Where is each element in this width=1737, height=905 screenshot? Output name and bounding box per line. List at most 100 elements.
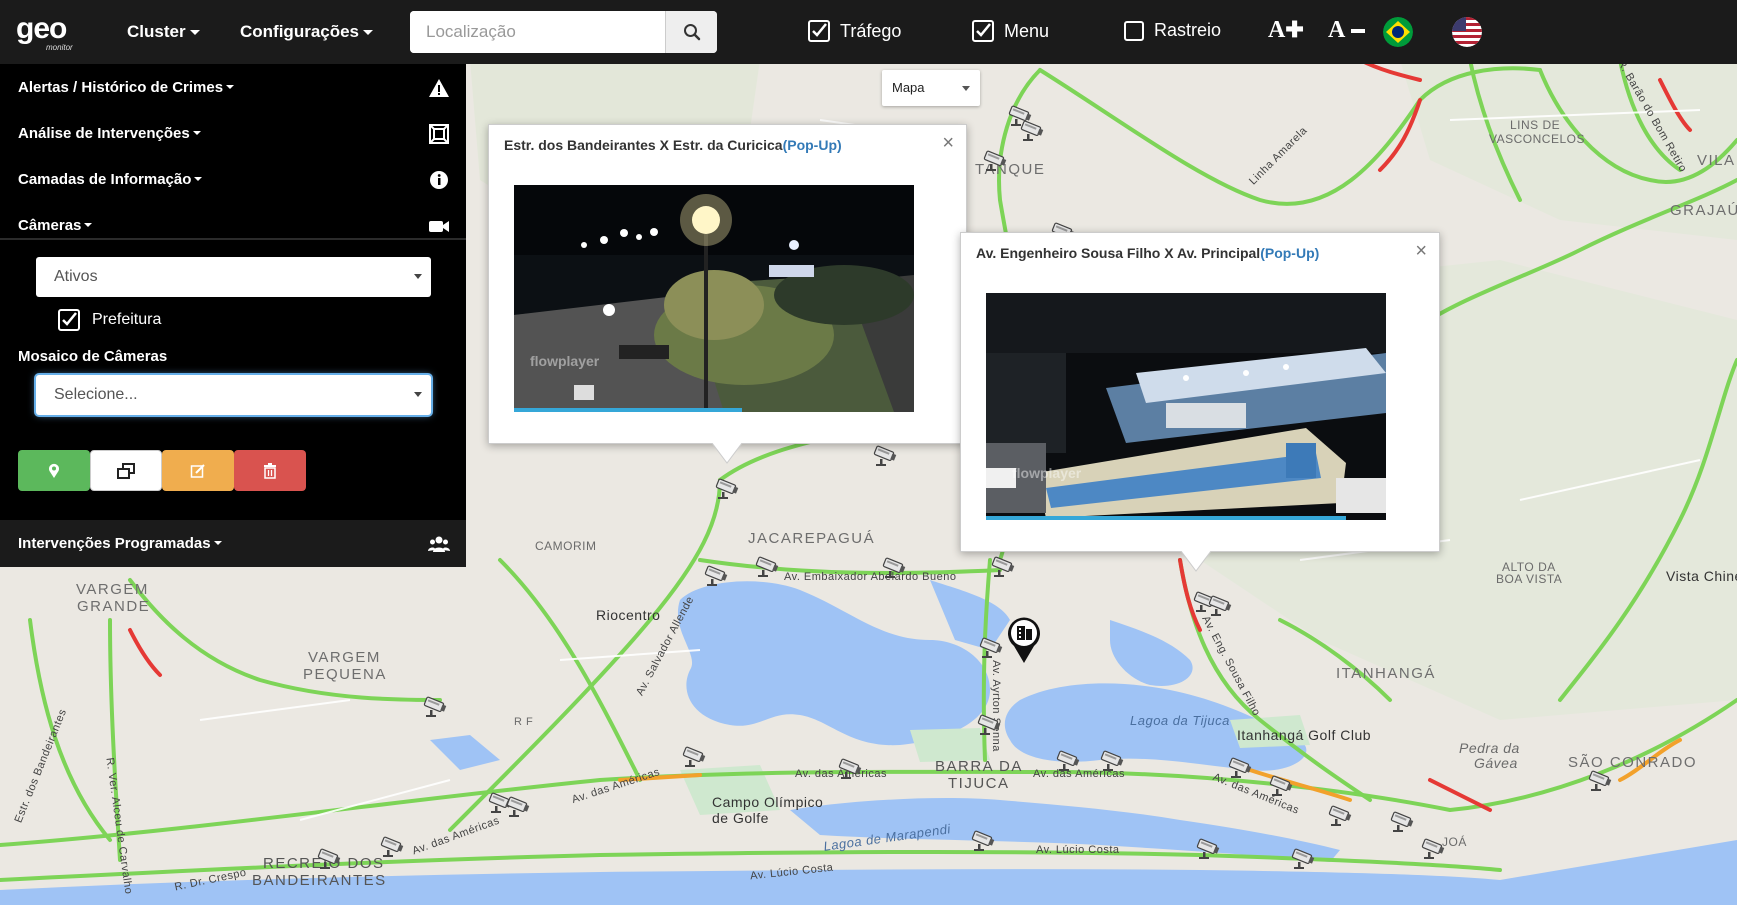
cctv-camera-icon[interactable] bbox=[679, 746, 707, 768]
configuracoes-menu-label: Configurações bbox=[240, 22, 360, 41]
caret-down-icon bbox=[189, 30, 200, 36]
brazil-flag-icon[interactable] bbox=[1383, 17, 1413, 47]
font-decrease-button[interactable]: A bbox=[1328, 17, 1366, 44]
cctv-camera-icon[interactable] bbox=[1288, 848, 1316, 870]
map-label-vargem-pequena-2: PEQUENA bbox=[303, 666, 387, 683]
cctv-camera-icon[interactable] bbox=[870, 445, 898, 467]
location-search-input[interactable] bbox=[410, 11, 666, 53]
cctv-camera-icon[interactable] bbox=[1193, 838, 1221, 860]
cctv-camera-icon[interactable] bbox=[1387, 811, 1415, 833]
chevron-down-icon bbox=[962, 86, 970, 91]
map-label-av-ayrton: Av. Ayrton Senna bbox=[989, 660, 1002, 752]
close-icon[interactable]: × bbox=[942, 133, 954, 153]
font-increase-button[interactable]: A✚ bbox=[1268, 17, 1304, 44]
delete-button[interactable] bbox=[234, 450, 306, 491]
cctv-camera-icon[interactable] bbox=[1017, 120, 1045, 142]
info-icon bbox=[430, 171, 448, 189]
camera-video-1[interactable]: flowplayer bbox=[514, 185, 914, 412]
minus-icon bbox=[1351, 29, 1366, 34]
map-label-jacarepagua: JACAREPAGUÁ bbox=[748, 530, 876, 547]
menu-label: Menu bbox=[1004, 20, 1050, 41]
camera-video-2[interactable]: flowplayer bbox=[986, 293, 1386, 520]
cctv-camera-icon[interactable] bbox=[420, 696, 448, 718]
search-icon bbox=[683, 24, 700, 41]
rastreio-toggle[interactable]: Rastreio bbox=[1124, 20, 1221, 41]
caret-down-icon bbox=[363, 30, 374, 36]
cctv-camera-icon[interactable] bbox=[712, 478, 740, 500]
trafego-toggle[interactable]: Tráfego bbox=[808, 20, 901, 42]
checkbox-checked-icon bbox=[808, 20, 830, 42]
cctv-camera-icon[interactable] bbox=[1205, 595, 1233, 617]
cctv-camera-icon[interactable] bbox=[1097, 750, 1125, 772]
popup-title-1: Estr. dos Bandeirantes X Estr. da Curici… bbox=[504, 137, 842, 153]
cctv-camera-icon[interactable] bbox=[968, 830, 996, 852]
camera-action-buttons bbox=[18, 450, 306, 491]
watermark-text-2: flowplayer bbox=[1012, 465, 1082, 481]
cctv-camera-icon[interactable] bbox=[974, 714, 1002, 736]
cctv-camera-icon[interactable] bbox=[1053, 750, 1081, 772]
video-progress-bar-2[interactable] bbox=[986, 516, 1346, 520]
building-pin-icon[interactable] bbox=[1006, 616, 1042, 664]
cctv-camera-icon[interactable] bbox=[1418, 838, 1446, 860]
caret-down-icon bbox=[226, 85, 235, 89]
prefeitura-checkbox[interactable]: Prefeitura bbox=[58, 309, 161, 331]
geo-monitor-logo[interactable]: geo monitor bbox=[16, 12, 92, 52]
sidebar-item-alertas[interactable]: Alertas / Histórico de Crimes bbox=[0, 64, 466, 110]
popup-title-text-1: Estr. dos Bandeirantes X Estr. da Curici… bbox=[504, 137, 783, 153]
sidebar-item-analise[interactable]: Análise de Intervenções bbox=[0, 110, 466, 156]
video-progress-bar-1[interactable] bbox=[514, 408, 742, 412]
mosaic-label: Mosaico de Câmeras bbox=[18, 348, 168, 365]
camera-status-value: Ativos bbox=[54, 268, 98, 285]
popup-title-2: Av. Engenheiro Sousa Filho X Av. Princip… bbox=[976, 245, 1319, 261]
cctv-camera-icon[interactable] bbox=[314, 848, 342, 870]
camera-feed-image-2 bbox=[986, 293, 1386, 520]
edit-button[interactable] bbox=[162, 450, 234, 491]
chevron-down-icon bbox=[414, 274, 422, 279]
map-type-select[interactable]: Mapa bbox=[882, 70, 980, 106]
map-label-vista-chinesa: Vista Chinesa bbox=[1666, 568, 1737, 584]
sidebar-item-camadas[interactable]: Camadas de Informação bbox=[0, 156, 466, 202]
logo-subtext: monitor bbox=[46, 43, 73, 52]
popup-open-link-1[interactable]: (Pop-Up) bbox=[783, 137, 842, 153]
mosaic-select[interactable]: Selecione... bbox=[36, 375, 431, 415]
cctv-camera-icon[interactable] bbox=[988, 556, 1016, 578]
cctv-camera-icon[interactable] bbox=[377, 836, 405, 858]
map-label-vargem-grande-2: GRANDE bbox=[77, 598, 151, 615]
cctv-camera-icon[interactable] bbox=[503, 796, 531, 818]
cctv-camera-icon[interactable] bbox=[976, 637, 1004, 659]
warning-icon bbox=[429, 79, 449, 97]
caret-down-icon bbox=[194, 177, 203, 181]
cctv-camera-icon[interactable] bbox=[1266, 775, 1294, 797]
map-label-sao-conrado: SÃO CONRADO bbox=[1568, 754, 1698, 771]
usa-flag-icon[interactable] bbox=[1452, 17, 1482, 47]
popup-open-link-2[interactable]: (Pop-Up) bbox=[1260, 245, 1319, 261]
menu-toggle[interactable]: Menu bbox=[972, 20, 1049, 42]
sidebar-item-label: Camadas de Informação bbox=[18, 170, 192, 188]
cctv-camera-icon[interactable] bbox=[980, 150, 1008, 172]
cctv-camera-icon[interactable] bbox=[701, 565, 729, 587]
cluster-menu[interactable]: Cluster bbox=[127, 22, 200, 42]
sidebar-item-intervencoes-programadas[interactable]: Intervenções Programadas bbox=[0, 520, 466, 566]
cctv-camera-icon[interactable] bbox=[1225, 757, 1253, 779]
map-label-vila: VILA bbox=[1697, 152, 1736, 169]
map-label-campo-olimpico-1: Campo Olímpico bbox=[712, 794, 824, 810]
map-label-vasconcelos: VASCONCELOS bbox=[1489, 132, 1585, 146]
close-icon[interactable]: × bbox=[1415, 241, 1427, 261]
sidebar-item-cameras[interactable]: Câmeras bbox=[0, 202, 466, 248]
cctv-camera-icon[interactable] bbox=[879, 557, 907, 579]
locate-button[interactable] bbox=[18, 450, 90, 491]
map-label-riocentro: Riocentro bbox=[596, 607, 661, 623]
cctv-camera-icon[interactable] bbox=[835, 758, 863, 780]
cctv-camera-icon[interactable] bbox=[1585, 770, 1613, 792]
map-label-camorim: CAMORIM bbox=[535, 539, 597, 553]
cctv-camera-icon[interactable] bbox=[752, 556, 780, 578]
camera-status-select[interactable]: Ativos bbox=[36, 257, 431, 297]
windows-button[interactable] bbox=[90, 450, 162, 491]
search-button[interactable] bbox=[665, 11, 717, 53]
configuracoes-menu[interactable]: Configurações bbox=[240, 22, 374, 42]
map-label-recreio-2: BANDEIRANTES bbox=[252, 872, 387, 889]
sidebar-item-label: Alertas / Histórico de Crimes bbox=[18, 78, 224, 96]
cluster-menu-label: Cluster bbox=[127, 22, 186, 41]
checkbox-empty-icon bbox=[1124, 20, 1144, 41]
cctv-camera-icon[interactable] bbox=[1325, 805, 1353, 827]
